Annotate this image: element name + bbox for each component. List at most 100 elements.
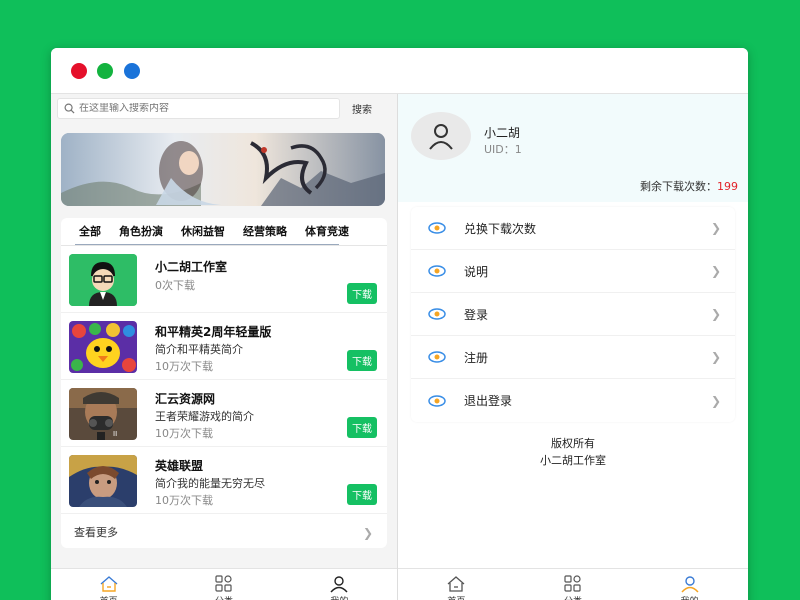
menu-item-instructions[interactable]: 说明 ❯ — [411, 250, 735, 293]
nav-category[interactable]: 分类 — [515, 569, 632, 600]
nav-home[interactable]: 首页 — [398, 569, 515, 600]
list-item[interactable]: 小二胡工作室 0次下载 下载 — [61, 246, 387, 313]
remaining-downloads-value: 199 — [717, 180, 738, 193]
menu-item-logout[interactable]: 退出登录 ❯ — [411, 379, 735, 422]
menu-label: 说明 — [464, 264, 489, 279]
home-panel: 搜索 — [51, 94, 398, 600]
title-bar — [51, 48, 748, 94]
item-name: 小二胡工作室 — [155, 260, 228, 274]
download-button[interactable]: 下载 — [347, 350, 377, 371]
maximize-dot[interactable] — [124, 63, 140, 79]
download-button[interactable]: 下载 — [347, 484, 377, 505]
game-list-card: 全部 角色扮演 休闲益智 经营策略 体育竞速 小二胡工作室 0次下载 下载 和平… — [61, 218, 387, 548]
home-icon — [100, 576, 118, 592]
menu-item-login[interactable]: 登录 ❯ — [411, 293, 735, 336]
category-tabs: 全部 角色扮演 休闲益智 经营策略 体育竞速 — [61, 218, 387, 246]
user-icon — [330, 576, 348, 593]
chevron-right-icon: ❯ — [710, 393, 721, 408]
promo-banner[interactable] — [61, 133, 385, 206]
bottom-nav-right: 首页 分类 我的 — [398, 568, 748, 600]
username: 小二胡 — [484, 126, 521, 140]
chevron-right-icon: ❯ — [710, 264, 721, 278]
item-name: 汇云资源网 — [155, 392, 216, 406]
list-item[interactable]: 英雄联盟 简介我的能量无穷无尽 10万次下载 下载 — [61, 447, 387, 514]
close-dot[interactable] — [71, 63, 87, 79]
nav-label: 我的 — [330, 594, 348, 600]
nav-label: 分类 — [215, 594, 233, 600]
chevron-right-icon: ❯ — [362, 526, 373, 540]
panels: 搜索 — [51, 94, 748, 600]
item-description: 王者荣耀游戏的简介 — [155, 410, 254, 423]
menu-label: 兑换下载次数 — [464, 221, 537, 236]
menu-item-register[interactable]: 注册 ❯ — [411, 336, 735, 379]
avatar[interactable] — [411, 112, 471, 160]
chevron-right-icon: ❯ — [710, 350, 721, 364]
nav-category[interactable]: 分类 — [166, 569, 281, 600]
game-cartoon-bird-thumbnail — [69, 321, 137, 373]
profile-header: 小二胡 UID：1 剩余下载次数：199 — [398, 94, 748, 202]
remaining-downloads: 剩余下载次数：199 — [640, 178, 738, 194]
remaining-downloads-label: 剩余下载次数： — [640, 180, 717, 193]
copyright-owner: 小二胡工作室 — [540, 454, 606, 467]
eye-icon — [428, 351, 446, 363]
eye-icon — [428, 265, 446, 277]
tabs-divider — [75, 244, 339, 245]
hero-portrait-thumbnail — [69, 455, 137, 507]
grid-icon — [564, 575, 581, 592]
item-name: 英雄联盟 — [155, 459, 204, 473]
nav-mine[interactable]: 我的 — [631, 569, 748, 600]
search-bar: 搜索 — [57, 97, 391, 119]
user-id: UID：1 — [484, 143, 522, 156]
item-description: 简介我的能量无穷无尽 — [155, 477, 265, 490]
list-item[interactable]: 和平精英2周年轻量版 简介和平精英简介 10万次下载 下载 — [61, 313, 387, 380]
app-window: 搜索 — [51, 48, 748, 600]
download-button[interactable]: 下载 — [347, 283, 377, 304]
minimize-dot[interactable] — [97, 63, 113, 79]
eye-icon — [428, 222, 446, 234]
copyright: 版权所有 小二胡工作室 — [398, 435, 748, 469]
chevron-right-icon: ❯ — [710, 307, 721, 321]
tab-role-play[interactable]: 角色扮演 — [119, 218, 163, 245]
search-button[interactable]: 搜索 — [352, 101, 372, 116]
studio-avatar-thumbnail — [69, 254, 137, 306]
menu-label: 注册 — [464, 350, 489, 365]
user-icon — [681, 576, 699, 593]
list-item[interactable]: II 汇云资源网 王者荣耀游戏的简介 10万次下载 下载 — [61, 380, 387, 447]
view-more-link[interactable]: 查看更多 — [74, 524, 118, 540]
menu-label: 登录 — [464, 307, 489, 322]
nav-mine[interactable]: 我的 — [282, 569, 397, 600]
soldier-gasmask-thumbnail: II — [69, 388, 137, 440]
bottom-nav-left: 首页 分类 我的 — [51, 568, 397, 600]
svg-text:II: II — [113, 430, 117, 438]
tab-strategy[interactable]: 经营策略 — [243, 218, 287, 245]
banner-artwork — [61, 133, 385, 206]
nav-label: 分类 — [564, 594, 582, 600]
search-icon — [64, 103, 75, 114]
eye-icon — [428, 394, 446, 407]
grid-icon — [215, 575, 232, 592]
nav-label: 首页 — [447, 594, 465, 600]
item-download-count: 10万次下载 — [155, 360, 213, 373]
item-description: 简介和平精英简介 — [155, 343, 243, 356]
tab-casual-puzzle[interactable]: 休闲益智 — [181, 218, 225, 245]
download-button[interactable]: 下载 — [347, 417, 377, 438]
tab-sports-racing[interactable]: 体育竞速 — [305, 218, 349, 245]
menu-label: 退出登录 — [464, 394, 513, 408]
item-name: 和平精英2周年轻量版 — [155, 325, 272, 339]
user-icon — [429, 124, 453, 150]
search-box[interactable] — [57, 97, 340, 119]
tab-all[interactable]: 全部 — [77, 218, 103, 245]
item-download-count: 10万次下载 — [155, 427, 213, 440]
profile-panel: 小二胡 UID：1 剩余下载次数：199 兑换下载次数 ❯ 说明 ❯ 登录 ❯ … — [398, 94, 748, 600]
nav-label: 我的 — [681, 594, 699, 600]
home-icon — [447, 576, 465, 592]
eye-icon — [428, 308, 446, 320]
menu-item-redeem-downloads[interactable]: 兑换下载次数 ❯ — [411, 207, 735, 250]
nav-label: 首页 — [100, 594, 118, 600]
nav-home[interactable]: 首页 — [51, 569, 166, 600]
item-download-count: 10万次下载 — [155, 494, 213, 507]
chevron-right-icon: ❯ — [710, 221, 721, 235]
profile-menu: 兑换下载次数 ❯ 说明 ❯ 登录 ❯ 注册 ❯ 退出登录 ❯ — [411, 207, 735, 422]
search-input[interactable] — [79, 102, 319, 114]
item-download-count: 0次下载 — [155, 279, 195, 292]
